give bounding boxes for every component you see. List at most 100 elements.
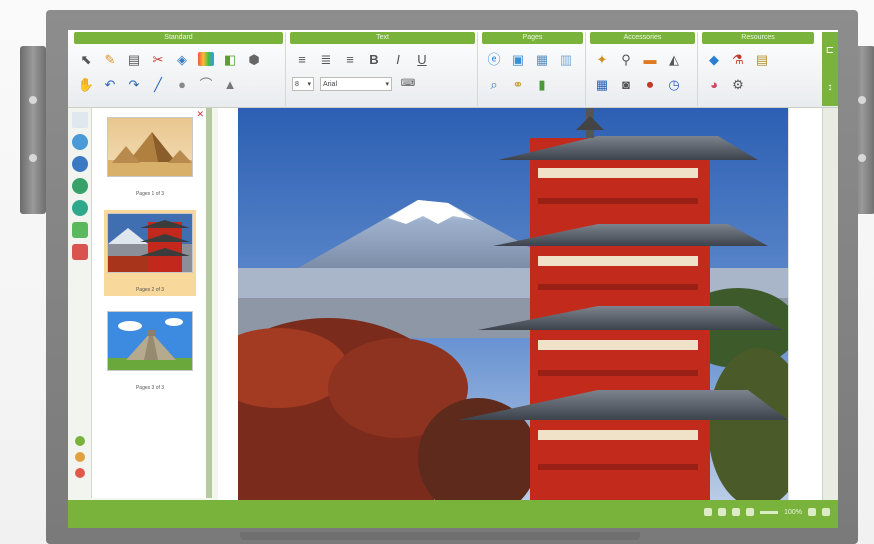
zoom-level: 100% — [784, 508, 802, 516]
camera-icon[interactable]: ◙ — [616, 74, 636, 94]
next-page-icon[interactable] — [732, 508, 741, 516]
side-icon-strip — [68, 108, 92, 498]
group-header: Text — [290, 32, 475, 44]
microscope-icon[interactable]: ⚲ — [616, 49, 636, 69]
chevron-down-icon: ▾ — [385, 81, 389, 88]
recorder-icon[interactable]: ⏺ — [640, 74, 660, 94]
select-icon[interactable]: ⬉ — [76, 49, 96, 69]
hand-icon[interactable]: ✋ — [76, 74, 96, 94]
duplicate-page-icon[interactable] — [74, 452, 85, 462]
align-left-icon[interactable]: ≡ — [292, 49, 312, 69]
pyramids-thumbnail-image — [107, 117, 193, 177]
gallery-icon[interactable] — [71, 156, 88, 172]
ribbon-toolbar: Standard ⬉ ✎ ▤ ✂ ◈ ◧ ⬢ ✋ ↶ ↷ ╱ ● ⌒ ▲ Tex… — [68, 30, 838, 108]
thumbnail-caption: Pages 2 of 3 — [135, 287, 165, 293]
align-right-icon[interactable]: ≡ — [340, 49, 360, 69]
globe-icon[interactable] — [71, 178, 88, 194]
delete-page-icon[interactable] — [74, 468, 85, 478]
circle-icon[interactable]: ● — [172, 74, 192, 94]
bracket-hole — [858, 96, 866, 104]
gallery-icon[interactable]: ▦ — [532, 49, 552, 69]
page-sorter-icon[interactable] — [71, 112, 88, 128]
color-palette-icon[interactable] — [196, 49, 216, 69]
toolbar-group-resources: Resources ◆ ⚗ ▤ ◕ ⚙ — [700, 32, 816, 106]
whiteboard-canvas[interactable] — [238, 108, 788, 500]
status-controls: 100% — [704, 508, 830, 516]
page-thumbnail-selected[interactable]: Pages 2 of 3 — [104, 210, 196, 296]
mayan-pyramid-thumbnail-image — [107, 311, 193, 371]
zoom-in-icon[interactable] — [808, 508, 816, 516]
line-icon[interactable]: ╱ — [148, 74, 168, 94]
fill-icon[interactable]: ◧ — [220, 49, 240, 69]
collapse-icon[interactable]: ⊏ — [826, 45, 834, 56]
group-header: Pages — [482, 32, 583, 44]
underline-icon[interactable]: U — [412, 49, 432, 69]
redo-icon[interactable]: ↷ — [124, 74, 144, 94]
font-size-value: 8 — [295, 80, 299, 88]
settings-icon[interactable]: ⚙ — [728, 74, 748, 94]
scissors-icon[interactable]: ✂ — [148, 49, 168, 69]
screen-icon[interactable]: ▬ — [640, 49, 660, 69]
thumbnail-caption: Pages 3 of 3 — [135, 385, 165, 391]
pen-icon[interactable]: ✎ — [100, 49, 120, 69]
triangle-icon[interactable]: ▲ — [220, 74, 240, 94]
book-icon[interactable]: ▤ — [752, 49, 772, 69]
search-icon[interactable]: ⌕ — [484, 74, 504, 94]
browser-icon[interactable]: ⓔ — [484, 49, 504, 69]
pin-icon[interactable]: ↕ — [828, 82, 833, 93]
eraser-icon[interactable]: ◈ — [172, 49, 192, 69]
bold-icon[interactable]: B — [364, 49, 384, 69]
last-page-icon[interactable] — [746, 508, 755, 516]
page-thumbnail[interactable]: Pages 1 of 3 — [104, 114, 196, 200]
thumbnail-caption: Pages 1 of 3 — [135, 191, 165, 197]
spotlight-icon[interactable]: ◭ — [664, 49, 684, 69]
resource-library-icon[interactable] — [71, 134, 88, 150]
pagoda-thumbnail-image — [107, 213, 193, 273]
align-center-icon[interactable]: ≣ — [316, 49, 336, 69]
toolbar-group-text: Text ≡ ≣ ≡ B I U 8 ▾ Arial ▾ ⌨ — [288, 32, 478, 106]
monitor-bezel: Standard ⬉ ✎ ▤ ✂ ◈ ◧ ⬢ ✋ ↶ ↷ ╱ ● ⌒ ▲ Tex… — [46, 10, 858, 544]
record-icon[interactable] — [71, 244, 88, 260]
canvas-margin — [218, 108, 238, 500]
italic-icon[interactable]: I — [388, 49, 408, 69]
image-icon[interactable]: ▣ — [508, 49, 528, 69]
keyboard-icon[interactable]: ⌨ — [398, 74, 418, 94]
group-header: Resources — [702, 32, 814, 44]
chart-icon[interactable]: ▮ — [532, 74, 552, 94]
video-icon[interactable]: ▥ — [556, 49, 576, 69]
page-icon[interactable]: ▤ — [124, 49, 144, 69]
lab-icon[interactable]: ⚗ — [728, 49, 748, 69]
font-name-value: Arial — [323, 80, 338, 88]
vertical-scrollbar[interactable] — [822, 108, 838, 500]
first-page-icon[interactable] — [704, 508, 713, 516]
timer-icon[interactable]: ◷ — [664, 74, 684, 94]
tools-icon[interactable] — [71, 200, 88, 216]
font-size-select[interactable]: 8 ▾ — [292, 77, 314, 91]
resource-icon[interactable]: ◆ — [704, 49, 724, 69]
close-icon[interactable]: ✕ — [196, 109, 204, 120]
attachment-icon[interactable] — [71, 222, 88, 238]
status-bar: 100% — [68, 500, 838, 528]
bracket-hole — [29, 154, 37, 162]
shape-icon[interactable]: ⬢ — [244, 49, 264, 69]
fullscreen-icon[interactable] — [822, 508, 830, 516]
page-thumbnails-panel: ✕ Pages 1 of 3 Pages 2 of 3 Pages 3 of 3 — [92, 108, 212, 498]
undo-icon[interactable]: ↶ — [100, 74, 120, 94]
chevron-down-icon: ▾ — [307, 81, 311, 88]
globe-icon[interactable]: ◕ — [704, 74, 724, 94]
compass-icon[interactable]: ⌒ — [196, 74, 216, 94]
group-header: Accessories — [590, 32, 695, 44]
product-photo: Standard ⬉ ✎ ▤ ✂ ◈ ◧ ⬢ ✋ ↶ ↷ ╱ ● ⌒ ▲ Tex… — [0, 0, 874, 544]
monitor-stand-edge — [240, 532, 640, 540]
magic-wand-icon[interactable]: ✦ — [592, 49, 612, 69]
page-thumbnail[interactable]: Pages 3 of 3 — [104, 308, 196, 394]
add-page-icon[interactable] — [74, 436, 85, 446]
canvas-margin — [788, 108, 822, 500]
link-icon[interactable]: ⚭ — [508, 74, 528, 94]
zoom-slider[interactable] — [760, 510, 779, 514]
font-name-select[interactable]: Arial ▾ — [320, 77, 392, 91]
whiteboard-app-window: Standard ⬉ ✎ ▤ ✂ ◈ ◧ ⬢ ✋ ↶ ↷ ╱ ● ⌒ ▲ Tex… — [68, 30, 838, 528]
wall-bracket-left — [20, 46, 46, 214]
calendar-icon[interactable]: ▦ — [592, 74, 612, 94]
prev-page-icon[interactable] — [718, 508, 727, 516]
